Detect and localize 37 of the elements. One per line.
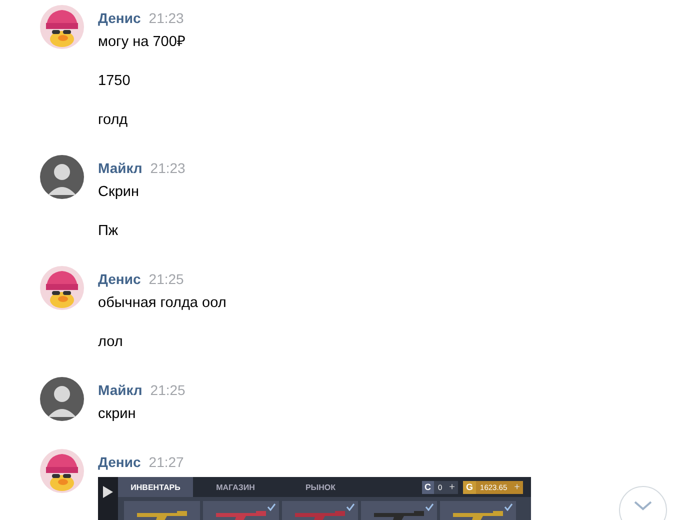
currency-letter: G <box>463 480 476 494</box>
message-text: Пж <box>98 222 120 240</box>
duck-avatar <box>40 266 84 310</box>
scroll-down-button[interactable] <box>619 486 667 520</box>
add-currency-button[interactable]: + <box>446 482 458 492</box>
currency-letter: C <box>422 480 434 494</box>
message-text: 1750 <box>98 72 132 90</box>
message-text: лол <box>98 333 124 351</box>
weapon-icon <box>216 509 266 520</box>
message-time: 21:25 <box>148 271 184 287</box>
message-text: скрин <box>98 405 137 423</box>
message-time: 21:25 <box>150 382 186 398</box>
weapon-icon <box>374 509 424 520</box>
person-silhouette-avatar <box>40 155 84 199</box>
play-icon <box>103 486 113 498</box>
chevron-down-icon <box>634 501 652 511</box>
author-name[interactable]: Денис <box>98 271 141 287</box>
weapon-icon <box>453 509 503 520</box>
game-tab[interactable]: РЫНОК <box>278 477 363 497</box>
duck-avatar <box>40 5 84 49</box>
message-text: обычная голда оол <box>98 294 226 312</box>
game-tab[interactable]: ИНВЕНТАРЬ <box>118 477 193 497</box>
author-name[interactable]: Майкл <box>98 382 142 398</box>
message-time: 21:23 <box>148 10 184 26</box>
message-time: 21:23 <box>150 160 186 176</box>
author-name[interactable]: Денис <box>98 10 141 26</box>
duck-avatar <box>40 449 84 493</box>
author-name[interactable]: Денис <box>98 454 141 470</box>
author-name[interactable]: Майкл <box>98 160 142 176</box>
message-time: 21:27 <box>148 454 184 470</box>
game-tab[interactable]: МАГАЗИН <box>193 477 278 497</box>
message-text: Скрин <box>98 183 140 201</box>
message-text: могу на 700₽ <box>98 33 185 51</box>
weapon-icon <box>295 509 345 520</box>
person-silhouette-avatar <box>40 377 84 421</box>
weapon-icon <box>137 509 187 520</box>
message-text: голд <box>98 111 129 129</box>
